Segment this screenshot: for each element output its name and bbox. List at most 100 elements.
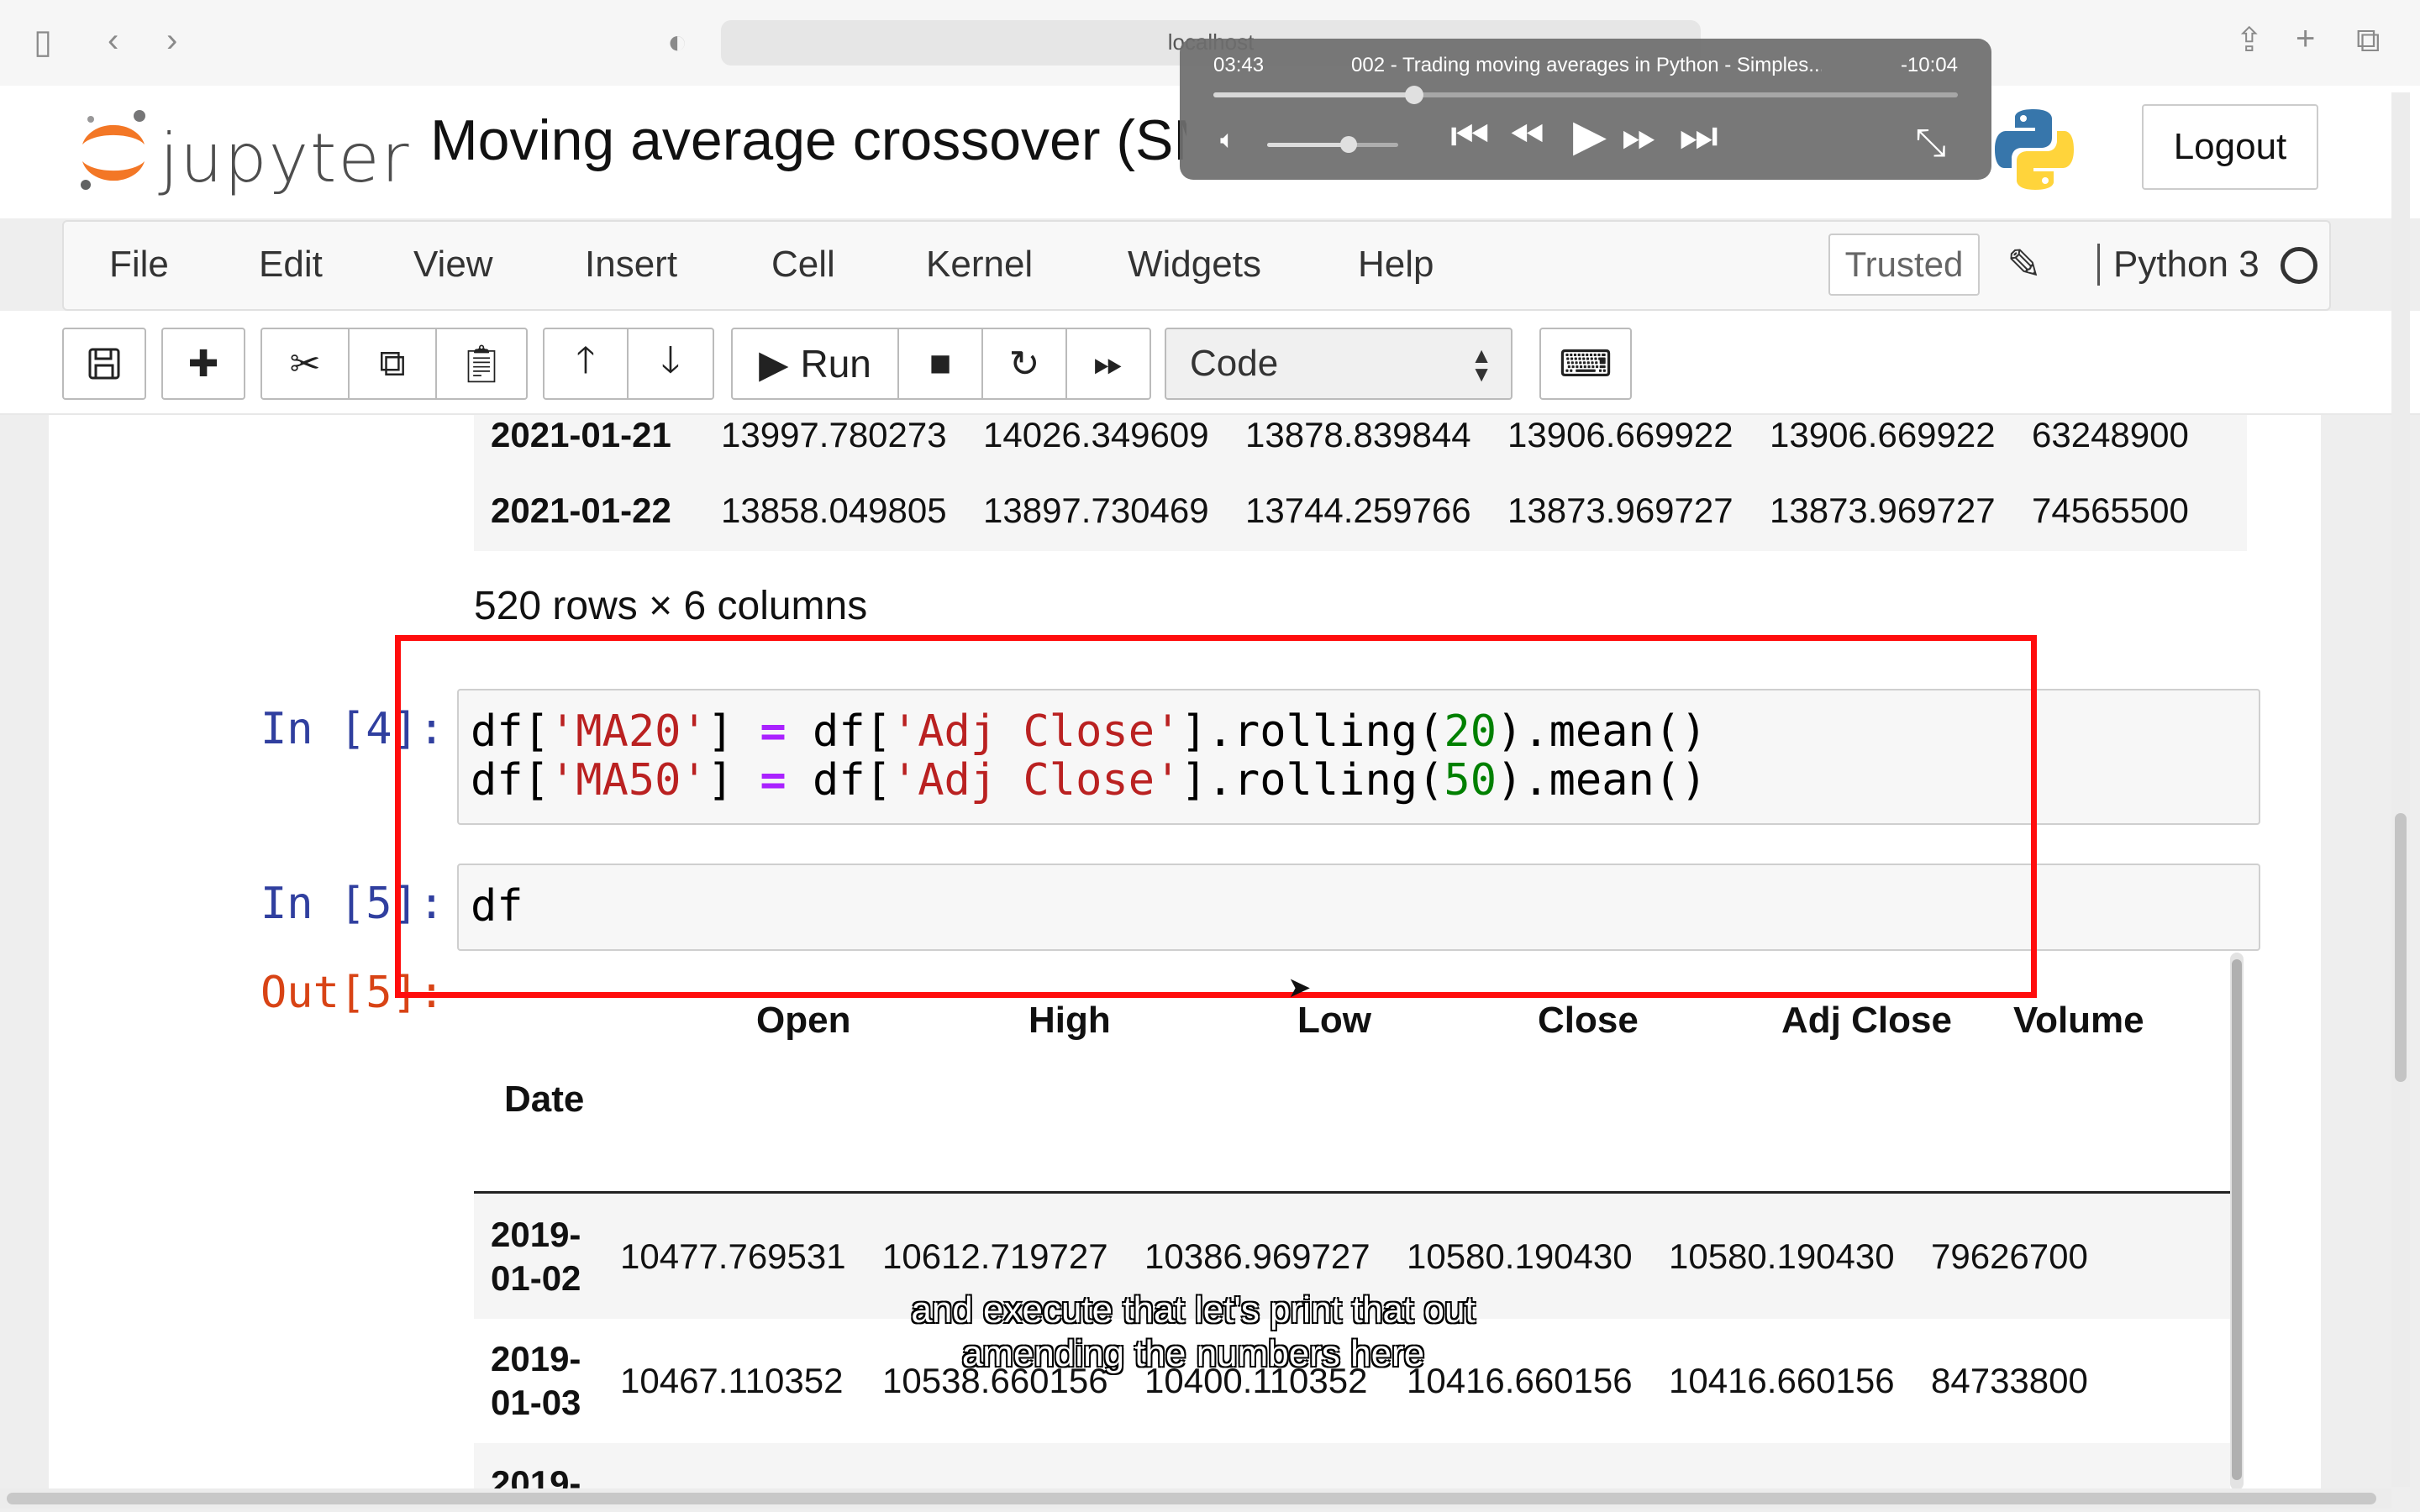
skip-back-icon[interactable]: ⏮︎ [1450,111,1490,162]
playback-progress-knob[interactable] [1405,86,1424,104]
volume-icon[interactable]: 🔈︎ [1220,126,1235,155]
fast-forward-icon: ⏩︎ [1093,343,1123,384]
table-cell: 13906.669922 [1770,415,1996,454]
table-cell: 13906.669922 [1507,415,1733,454]
new-tab-icon[interactable]: + [2296,22,2315,55]
fast-forward-icon[interactable]: ⏩︎ [1622,111,1657,162]
remaining-time: -10:04 [1900,54,1958,76]
table-cell: 13858.049805 [721,491,947,530]
notebook-toolbar: ✚ ✂ ⧉ 📋︎ 🡑 🡓 ▶ Run ■ ↻ ⏩︎ Code ▲ ▼ ⌨ [0,311,2420,415]
stop-icon: ■ [929,343,952,384]
video-subtitles: and execute that let's print that out am… [790,1289,1597,1376]
column-header: Open [756,1000,851,1041]
move-down-button[interactable]: 🡓 [627,328,714,400]
page-vertical-scrollbar-thumb[interactable] [2395,813,2407,1082]
table-cell: 79626700 [1931,1236,2088,1276]
table-cell: 13873.969727 [1770,491,1996,530]
restart-icon: ↻ [1008,343,1040,385]
move-up-button[interactable]: 🡑 [543,328,629,400]
tab-overview-icon[interactable]: ⧉ [2356,24,2381,57]
row-index: 2021-01-22 [491,491,671,530]
track-title: 002 - Trading moving averages in Python … [1351,54,1822,76]
select-arrows-icon: ▲ ▼ [1470,343,1492,386]
column-header: Volume [2013,1000,2144,1041]
plus-icon: ✚ [187,343,219,385]
skip-forward-icon[interactable]: ⏭︎ [1679,111,1718,162]
notebook-title[interactable]: Moving average crossover (SM [430,108,1186,173]
restart-kernel-button[interactable]: ↻ [981,328,1067,400]
run-button[interactable]: ▶ Run [731,328,899,400]
table-cell: 13873.969727 [1507,491,1733,530]
cut-button[interactable]: ✂ [260,328,350,400]
interrupt-kernel-button[interactable]: ■ [897,328,983,400]
play-icon: ▶ [759,342,789,386]
rewind-icon[interactable]: ⏪︎ [1509,111,1544,162]
share-icon[interactable]: ⇪ [2235,24,2264,57]
table-cell: 84733800 [1931,1361,2088,1400]
logout-button[interactable]: Logout [2142,104,2318,190]
command-palette-button[interactable]: ⌨ [1539,328,1632,400]
run-label: Run [800,342,871,386]
table-cell: 10416.660156 [1669,1361,1895,1400]
copy-button[interactable]: ⧉ [348,328,437,400]
save-button[interactable] [62,328,146,400]
table-row: 2021-01-21 13997.780273 14026.349609 138… [474,415,2247,472]
table-cell: 74565500 [2032,491,2189,530]
table-row: 2021-01-22 13858.049805 13897.730469 137… [474,472,2247,551]
table-cell: 13744.259766 [1245,491,1471,530]
menu-kernel[interactable]: Kernel [926,244,1033,286]
table-cell: 14026.349609 [983,415,1209,454]
kernel-idle-indicator-icon [2281,247,2317,284]
menu-help[interactable]: Help [1358,244,1434,286]
arrow-down-icon: 🡓 [660,339,681,381]
trusted-badge[interactable]: Trusted [1828,234,1980,296]
column-header: Low [1297,1000,1371,1041]
paste-button[interactable]: 📋︎ [435,328,528,400]
table-cell: 10580.190430 [1669,1236,1895,1276]
row-index: 2019- 01-03 [491,1339,581,1422]
sidebar-toggle-icon[interactable]: ▯ [34,25,52,59]
pencil-icon[interactable]: ✎ [2007,240,2042,289]
playback-progress-slider[interactable] [1213,86,1958,104]
play-icon[interactable]: ▶ [1573,111,1607,161]
volume-slider[interactable] [1267,136,1398,153]
privacy-shield-icon[interactable]: ◐ [667,25,687,59]
restart-run-all-button[interactable]: ⏩︎ [1065,328,1151,400]
save-icon [88,348,120,380]
cell-type-value: Code [1190,343,1279,384]
menu-widgets[interactable]: Widgets [1128,244,1261,286]
subtitle-line: and execute that let's print that out [911,1289,1476,1331]
table-row: 2019-01-04 10533.940430 10786.339844 104… [474,1443,2230,1494]
keyboard-icon: ⌨ [1559,343,1612,385]
collapse-icon[interactable]: ⤡ [1915,119,1946,166]
page-vertical-scrollbar[interactable] [2391,92,2410,1487]
menubar: File Edit View Insert Cell Kernel Widget… [62,220,2331,311]
cell-type-select[interactable]: Code ▲ ▼ [1165,328,1512,400]
page-horizontal-scrollbar-thumb[interactable] [7,1493,2376,1504]
forward-icon[interactable]: › [166,24,177,57]
output-scrollbar-thumb[interactable] [2232,959,2242,1480]
back-icon[interactable]: ‹ [108,24,118,57]
column-header: High [1028,1000,1111,1041]
header-divider [474,1191,2230,1194]
menu-view[interactable]: View [413,244,493,286]
jupyter-logo-icon [81,110,145,190]
copy-icon: ⧉ [379,343,406,384]
insert-cell-button[interactable]: ✚ [161,328,245,400]
jupyter-logo-text: jupyter [160,119,411,197]
kernel-name[interactable]: Python 3 [2097,244,2260,286]
menu-cell[interactable]: Cell [771,244,835,286]
subtitle-line: amending the numbers here [961,1333,1425,1374]
annotation-highlight-box [395,635,2037,998]
menu-edit[interactable]: Edit [259,244,323,286]
column-header: Close [1538,1000,1639,1041]
menu-insert[interactable]: Insert [585,244,677,286]
volume-knob[interactable] [1339,136,1357,153]
table-cell: 10386.969727 [1144,1236,1370,1276]
arrow-up-icon: 🡑 [576,339,596,381]
media-player-overlay[interactable]: 03:43 002 - Trading moving averages in P… [1180,39,1991,180]
jupyter-logo[interactable]: jupyter [76,104,412,197]
playback-progress-fill [1213,92,1415,97]
menu-file[interactable]: File [109,244,169,286]
table-cell: 13997.780273 [721,415,947,454]
